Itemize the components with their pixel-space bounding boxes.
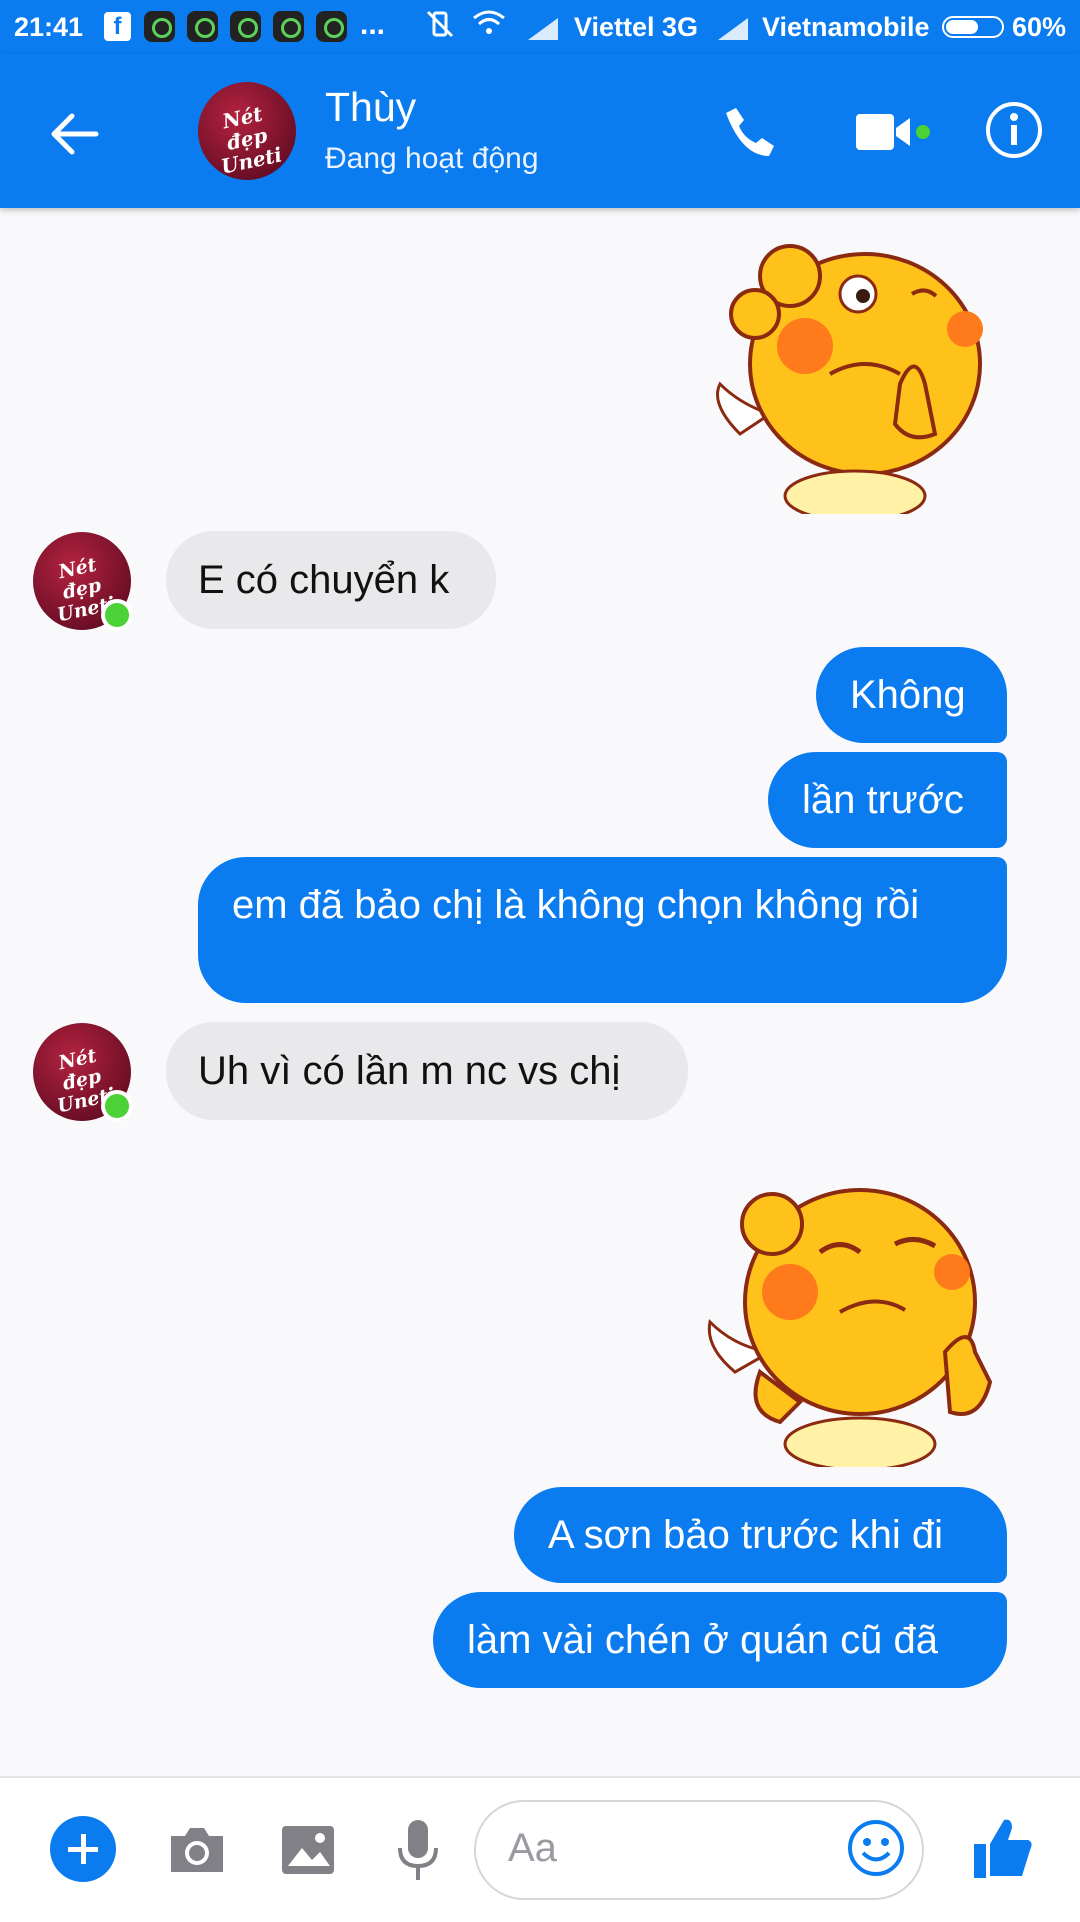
contact-active-status: Đang hoạt động (325, 142, 539, 175)
camera-icon[interactable] (167, 1824, 227, 1876)
battery-percent: 60% (1012, 12, 1067, 42)
message-composer: Aa (0, 1776, 1080, 1922)
video-call-icon[interactable] (856, 110, 912, 154)
vibrate-off-icon (424, 8, 456, 47)
thumbs-up-icon[interactable] (972, 1816, 1034, 1882)
outgoing-message[interactable]: em đã bảo chị là không chọn không rồi (198, 857, 1007, 1003)
thinking-chick-sticker[interactable] (700, 234, 1000, 514)
online-indicator (101, 1090, 133, 1122)
battery-level-fill (946, 20, 978, 34)
chat-notification-icon (273, 11, 304, 42)
outgoing-message[interactable]: A sơn bảo trước khi đi (514, 1487, 1007, 1583)
incoming-message[interactable]: Uh vì có lần m nc vs chị (166, 1022, 688, 1120)
conversation-header: Nét đẹp Uneti Thùy Đang hoạt động (0, 54, 1080, 208)
outgoing-message[interactable]: lần trước (768, 752, 1007, 848)
incoming-message[interactable]: E có chuyển k (166, 531, 496, 629)
emoji-icon[interactable] (846, 1818, 906, 1878)
message-input-placeholder: Aa (508, 1826, 557, 1870)
avatar-logo-text: Nét đẹp Uneti (218, 101, 285, 179)
outgoing-message[interactable]: Không (816, 647, 1007, 743)
chat-notification-icon (316, 11, 347, 42)
phone-call-icon[interactable] (722, 104, 778, 160)
video-available-dot (916, 125, 930, 139)
status-time: 21:41 (14, 12, 84, 42)
chat-notification-icon (144, 11, 175, 42)
contact-name[interactable]: Thùy (325, 84, 416, 131)
signal-icon (528, 18, 558, 40)
info-icon[interactable] (984, 100, 1044, 160)
image-icon[interactable] (280, 1824, 336, 1876)
wifi-icon (472, 8, 506, 45)
chat-notification-icon (187, 11, 218, 42)
facebook-notification-icon: f (104, 12, 131, 41)
contact-avatar[interactable]: Nét đẹp Uneti (198, 82, 296, 180)
carrier-1: Viettel 3G (574, 12, 699, 42)
status-bar: 21:41 f ... Viettel 3G Vietnamobile 60% (0, 0, 1080, 54)
more-notifications-icon: ... (360, 8, 386, 41)
chat-notification-icon (230, 11, 261, 42)
battery-icon (942, 16, 1004, 38)
mic-icon[interactable] (396, 1818, 440, 1882)
online-indicator (101, 599, 133, 631)
back-arrow-icon[interactable] (46, 106, 102, 162)
plus-icon[interactable] (50, 1816, 116, 1882)
outgoing-message[interactable]: làm vài chén ở quán cũ đã (433, 1592, 1007, 1688)
thumbs-up-chick-sticker[interactable] (690, 1172, 1010, 1467)
signal-icon (718, 18, 748, 40)
carrier-2: Vietnamobile (762, 12, 930, 42)
